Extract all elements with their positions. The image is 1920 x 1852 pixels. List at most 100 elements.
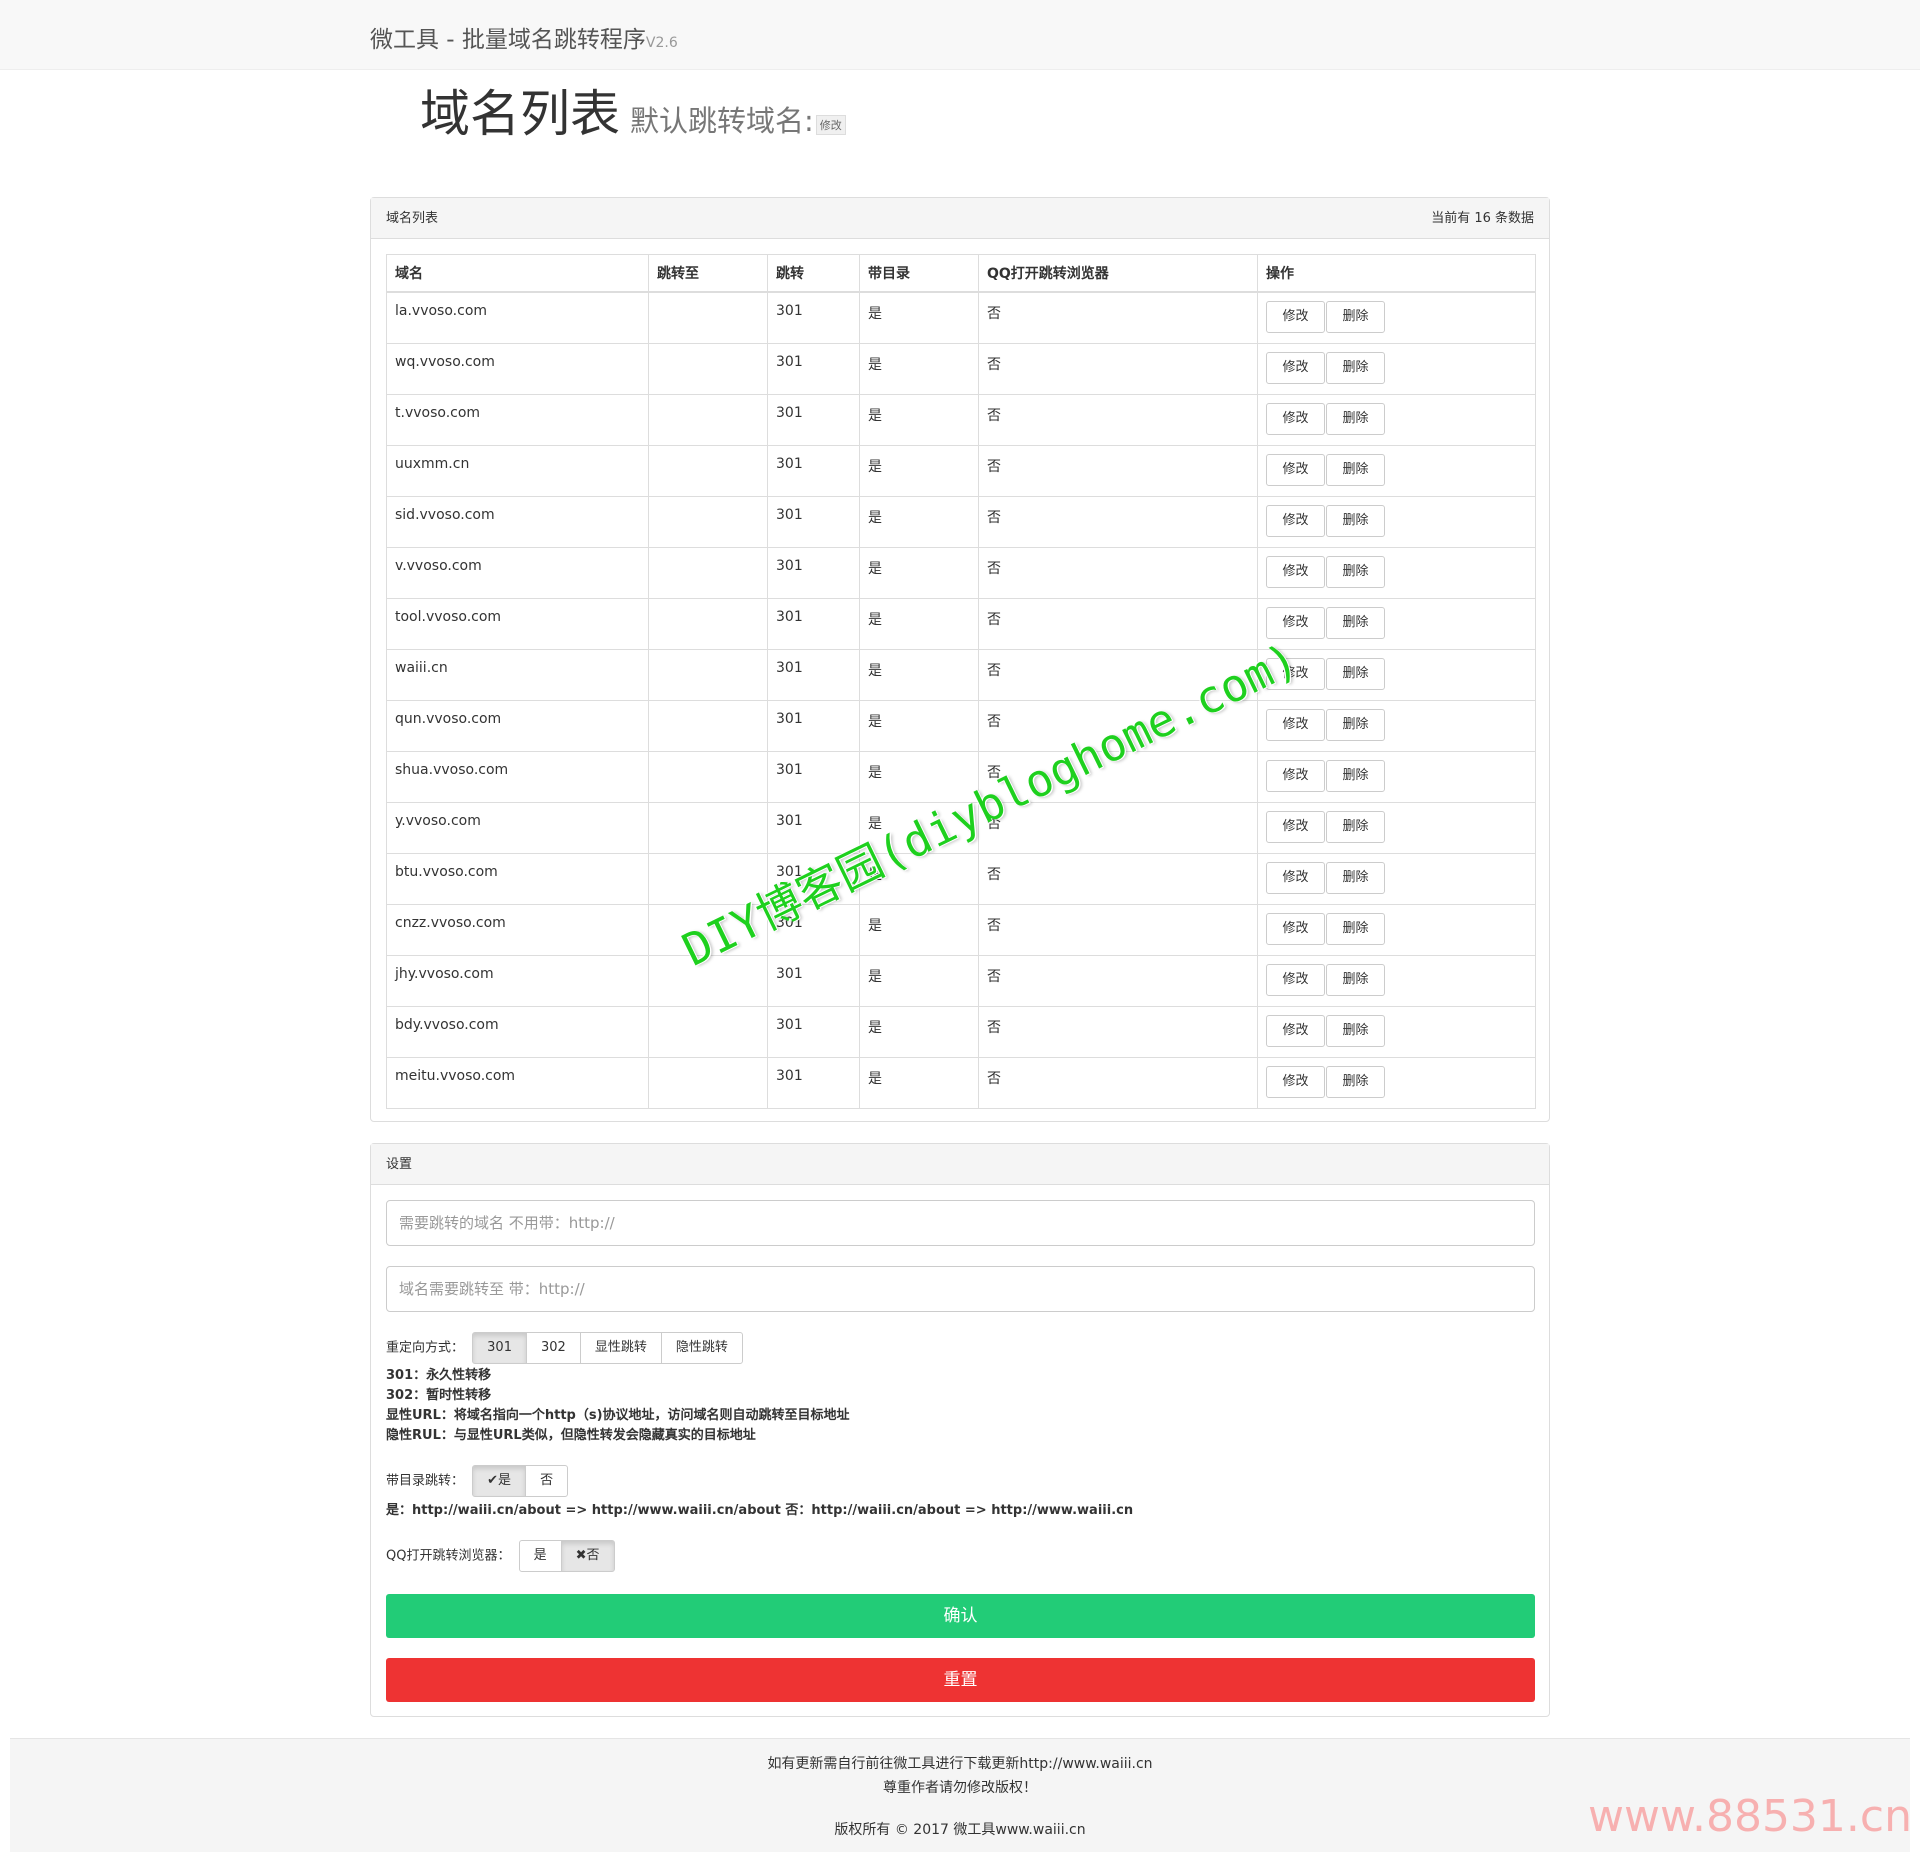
redirect-code-cell: 301	[767, 648, 860, 701]
edit-button[interactable]: 修改	[1266, 963, 1325, 996]
brand-title: 微工具 - 批量域名跳转程序	[370, 27, 646, 53]
with-dir-cell: 是	[859, 291, 979, 344]
page-title: 域名列表	[420, 85, 620, 143]
domain-input[interactable]	[386, 1200, 1535, 1246]
edit-default-domain-button[interactable]: 修改	[815, 115, 846, 135]
qq-yes-button[interactable]: 是	[518, 1540, 562, 1572]
dir-yes-button[interactable]: ✔是	[472, 1465, 527, 1497]
delete-button[interactable]: 删除	[1326, 504, 1385, 537]
edit-button[interactable]: 修改	[1266, 301, 1325, 333]
edit-button[interactable]: 修改	[1266, 708, 1325, 741]
redirect-implicit-button[interactable]: 隐性跳转	[660, 1332, 743, 1364]
redirect-explicit-button[interactable]: 显性跳转	[579, 1332, 662, 1364]
redirect-code-cell: 301	[767, 444, 860, 497]
delete-button[interactable]: 删除	[1326, 912, 1385, 945]
qq-browser-cell: 否	[978, 699, 1258, 752]
delete-button[interactable]: 删除	[1326, 606, 1385, 639]
with-dir-cell: 是	[859, 1056, 979, 1109]
delete-button[interactable]: 删除	[1326, 1014, 1385, 1047]
with-dir-cell: 是	[859, 444, 979, 497]
delete-button[interactable]: 删除	[1326, 657, 1385, 690]
domain-cell: shua.vvoso.com	[386, 750, 649, 803]
edit-button[interactable]: 修改	[1266, 606, 1325, 639]
edit-button[interactable]: 修改	[1266, 504, 1325, 537]
delete-button[interactable]: 删除	[1326, 555, 1385, 588]
target-cell	[648, 852, 768, 905]
dir-example: 是：http://waiii.cn/about => http://www.wa…	[386, 1503, 1134, 1518]
domain-cell: qun.vvoso.com	[386, 699, 649, 752]
brand[interactable]: 微工具 - 批量域名跳转程序V2.6	[370, 20, 678, 54]
actions-cell: 修改 删除	[1257, 444, 1536, 497]
panel-title: 域名列表	[386, 211, 439, 226]
edit-button[interactable]: 修改	[1266, 912, 1325, 945]
qq-browser-cell: 否	[978, 597, 1258, 650]
redirect-type-row: 重定向方式： 301 302 显性跳转 隐性跳转	[386, 1332, 743, 1364]
column-header: 域名	[386, 254, 649, 293]
qq-no-button[interactable]: ✖否	[560, 1540, 615, 1572]
confirm-button[interactable]: 确认	[386, 1594, 1535, 1638]
table-row: shua.vvoso.com 301 是否修改 删除	[386, 750, 1536, 803]
edit-button[interactable]: 修改	[1266, 1065, 1325, 1098]
with-dir-cell: 是	[859, 1005, 979, 1058]
reset-button[interactable]: 重置	[386, 1658, 1535, 1702]
dir-no-button[interactable]: 否	[525, 1465, 569, 1497]
delete-button[interactable]: 删除	[1326, 861, 1385, 894]
with-dir-cell: 是	[859, 903, 979, 956]
help-line: 301：永久性转移	[386, 1368, 492, 1383]
help-line: 隐性RUL：与显性URL类似，但隐性转发会隐藏真实的目标地址	[386, 1428, 756, 1443]
target-cell	[648, 495, 768, 548]
with-dir-cell: 是	[859, 648, 979, 701]
edit-button[interactable]: 修改	[1266, 555, 1325, 588]
delete-button[interactable]: 删除	[1326, 810, 1385, 843]
help-line: 302：暂时性转移	[386, 1388, 492, 1403]
actions-cell: 修改 删除	[1257, 648, 1536, 701]
edit-button[interactable]: 修改	[1266, 1014, 1325, 1047]
redirect-301-button[interactable]: 301	[472, 1332, 527, 1364]
domain-cell: cnzz.vvoso.com	[386, 903, 649, 956]
edit-button[interactable]: 修改	[1266, 810, 1325, 843]
edit-button[interactable]: 修改	[1266, 861, 1325, 894]
domain-cell: jhy.vvoso.com	[386, 954, 649, 1007]
delete-button[interactable]: 删除	[1326, 1065, 1385, 1098]
edit-button[interactable]: 修改	[1266, 402, 1325, 435]
table-row: t.vvoso.com 301 是否修改 删除	[386, 393, 1536, 446]
domain-cell: t.vvoso.com	[386, 393, 649, 446]
delete-button[interactable]: 删除	[1326, 453, 1385, 486]
domain-cell: y.vvoso.com	[386, 801, 649, 854]
with-dir-cell: 是	[859, 954, 979, 1007]
actions-cell: 修改 删除	[1257, 750, 1536, 803]
edit-button[interactable]: 修改	[1266, 657, 1325, 690]
domain-cell: tool.vvoso.com	[386, 597, 649, 650]
version-label: V2.6	[645, 35, 678, 51]
delete-button[interactable]: 删除	[1326, 402, 1385, 435]
edit-button[interactable]: 修改	[1266, 351, 1325, 384]
help-line: 显性URL：将域名指向一个http（s)协议地址，访问域名则自动跳转至目标地址	[386, 1408, 850, 1423]
table-row: la.vvoso.com 301 是否修改 删除	[386, 291, 1536, 344]
redirect-302-button[interactable]: 302	[525, 1332, 581, 1364]
delete-button[interactable]: 删除	[1326, 351, 1385, 384]
table-row: tool.vvoso.com 301 是否修改 删除	[386, 597, 1536, 650]
delete-button[interactable]: 删除	[1326, 759, 1385, 792]
redirect-code-cell: 301	[767, 495, 860, 548]
target-cell	[648, 1056, 768, 1109]
target-cell	[648, 393, 768, 446]
delete-button[interactable]: 删除	[1326, 963, 1385, 996]
table-row: v.vvoso.com 301 是否修改 删除	[386, 546, 1536, 599]
actions-cell: 修改 删除	[1257, 546, 1536, 599]
actions-cell: 修改 删除	[1257, 954, 1536, 1007]
delete-button[interactable]: 删除	[1326, 708, 1385, 741]
actions-cell: 修改 删除	[1257, 1005, 1536, 1058]
domain-cell: uuxmm.cn	[386, 444, 649, 497]
qq-browser-cell: 否	[978, 852, 1258, 905]
target-cell	[648, 750, 768, 803]
delete-button[interactable]: 删除	[1326, 301, 1385, 333]
redirect-code-cell: 301	[767, 1056, 860, 1109]
table-row: jhy.vvoso.com 301 是否修改 删除	[386, 954, 1536, 1007]
qq-browser-cell: 否	[978, 495, 1258, 548]
target-input[interactable]	[386, 1266, 1535, 1312]
actions-cell: 修改 删除	[1257, 393, 1536, 446]
edit-button[interactable]: 修改	[1266, 453, 1325, 486]
target-cell	[648, 699, 768, 752]
edit-button[interactable]: 修改	[1266, 759, 1325, 792]
qq-browser-cell: 否	[978, 903, 1258, 956]
